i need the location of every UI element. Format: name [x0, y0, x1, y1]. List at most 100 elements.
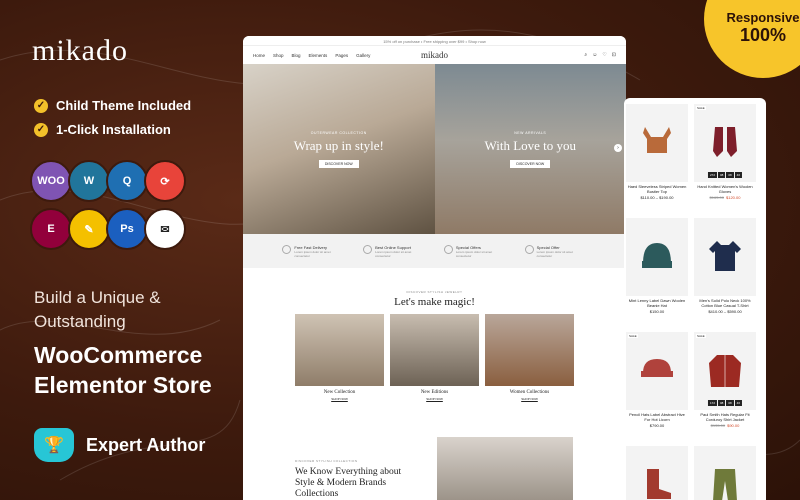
- feature-label: Child Theme Included: [56, 98, 192, 113]
- trophy-icon: 🏆: [34, 428, 74, 462]
- product-price: $410.00 – $590.00: [694, 309, 756, 314]
- hero-kicker: NEW ARRIVALS: [514, 130, 547, 135]
- product-name[interactable]: Hand Knitted Women's Woolen Gloves: [694, 184, 756, 194]
- old-price: $135.00: [710, 423, 726, 428]
- service-item: Special Offers Lorem ipsum dolor sit amet…: [443, 244, 506, 258]
- chevron-right-icon[interactable]: ›: [614, 144, 622, 152]
- jacket-icon: [709, 355, 741, 387]
- photoshop-icon: Ps: [106, 208, 148, 250]
- user-icon[interactable]: ☺: [592, 52, 597, 58]
- nav-gallery[interactable]: Gallery: [356, 53, 370, 58]
- countdown-digit: 46: [734, 400, 743, 406]
- hero-kicker: OUTERWEAR COLLECTION: [310, 130, 367, 135]
- heart-icon[interactable]: ♡: [602, 52, 606, 58]
- sale-badge: SALE: [696, 106, 706, 110]
- service-desc: Lorem ipsum dolor sit amet consectetur: [294, 249, 331, 258]
- headline-big-line: WooCommerce: [34, 342, 203, 368]
- current-price: $790.00: [649, 423, 665, 428]
- badge-line1: Responsive: [726, 10, 800, 25]
- service-icon: [443, 244, 453, 254]
- collection-button[interactable]: SHOP NOW: [485, 397, 574, 401]
- expert-author: 🏆 Expert Author: [34, 428, 205, 462]
- product-price: $110.00 – $190.00: [626, 195, 688, 200]
- product-name[interactable]: Men's Solid Polo Neck 100% Cotton Blue C…: [694, 298, 756, 308]
- collection-card[interactable]: New Collection SHOP NOW: [295, 314, 384, 401]
- countdown-digit: 46: [734, 172, 743, 178]
- product-price: $790.00: [626, 423, 688, 428]
- countdown-digit: 08: [717, 172, 726, 178]
- hat-icon: [642, 243, 672, 268]
- hero-button[interactable]: DISCOVER NOW: [510, 159, 551, 168]
- collection-button[interactable]: SHOP NOW: [390, 397, 479, 401]
- collection-label: New Editions: [420, 390, 449, 395]
- product-name[interactable]: Haed Sleeveless Striped Women Bustier To…: [626, 184, 688, 194]
- product-image: SALE: [626, 332, 688, 410]
- header-tools: ⌕ ☺ ♡ ⊡: [584, 52, 616, 58]
- collection-card[interactable]: Women Collections SHOP NOW: [485, 314, 574, 401]
- product-image: [694, 218, 756, 296]
- check-icon: ✓: [34, 98, 48, 113]
- woocommerce-icon: WOO: [30, 160, 72, 202]
- countdown: 172 08 08 46: [707, 400, 743, 406]
- sync-icon: ⟳: [144, 160, 186, 202]
- q-icon: Q: [106, 160, 148, 202]
- section-title: We Know Everything about Style & Modern …: [295, 467, 402, 499]
- product-name[interactable]: Paul Smith Hats Regular Fit Corduroy Shi…: [694, 412, 756, 422]
- headline-small-line: Build a Unique &: [34, 288, 161, 307]
- service-desc: Lorem ipsum dolor sit amet consectetur: [375, 249, 412, 258]
- service-item: Special Offer Lorem ipsum dolor sit amet …: [524, 244, 587, 258]
- product-card[interactable]: [626, 446, 688, 500]
- current-price: $90.00: [727, 423, 740, 428]
- announcement-bar: 15% off on purchase • Free shipping over…: [243, 36, 626, 46]
- collection-button[interactable]: SHOP NOW: [295, 397, 384, 401]
- product-price: $150.00: [626, 309, 688, 314]
- responsive-badge: Responsive 100%: [704, 0, 800, 78]
- main-nav: Home Shop Blog Elements Pages Gallery mi…: [243, 46, 626, 64]
- product-image: [626, 104, 688, 182]
- countdown-digit: 172: [707, 400, 717, 406]
- product-image: [694, 446, 756, 500]
- product-card[interactable]: Haed Sleeveless Striped Women Bustier To…: [626, 104, 688, 200]
- product-card[interactable]: SALE 172 08 08 46 Paul Smith Hats Regular Fit…: [694, 332, 756, 428]
- product-image: [626, 218, 688, 296]
- hero-panel: NEW ARRIVALS With Love to you DISCOVER N…: [434, 64, 626, 234]
- nav-blog[interactable]: Blog: [292, 53, 301, 58]
- service-desc: Lorem ipsum dolor sit amet consectetur: [536, 249, 573, 258]
- collection-card[interactable]: New Editions SHOP NOW: [390, 314, 479, 401]
- product-image: [626, 446, 688, 500]
- brand-logo: mikado: [32, 34, 128, 67]
- product-card[interactable]: [694, 446, 756, 500]
- product-name[interactable]: Mint Lenny Label Dawn Woolen Beanie Hat: [626, 298, 688, 308]
- collections: New Collection SHOP NOW New Editions SHO…: [243, 314, 626, 401]
- product-grid-mockup: Haed Sleeveless Striped Women Bustier To…: [624, 98, 766, 500]
- hero-button[interactable]: DISCOVER NOW: [318, 159, 359, 168]
- cart-icon[interactable]: ⊡: [612, 52, 616, 58]
- nav-elements[interactable]: Elements: [309, 53, 328, 58]
- pants-icon: [713, 469, 737, 500]
- product-card[interactable]: SALE 272 08 08 46 Hand Knitted Women's Woolen…: [694, 104, 756, 200]
- section-kicker: DISCOVER STYLISH JEWELRY: [406, 290, 463, 294]
- countdown: 272 08 08 46: [707, 172, 743, 178]
- hero-slider: ‹ OUTERWEAR COLLECTION Wrap up in style!…: [243, 64, 626, 234]
- product-image: SALE 172 08 08 46: [694, 332, 756, 410]
- product-card[interactable]: Men's Solid Polo Neck 100% Cotton Blue C…: [694, 218, 756, 314]
- site-logo[interactable]: mikado: [421, 50, 448, 60]
- hero-title: Wrap up in style!: [293, 137, 384, 153]
- product-card[interactable]: Mint Lenny Label Dawn Woolen Beanie Hat $…: [626, 218, 688, 314]
- section-title: Let's make magic!: [394, 296, 475, 308]
- nav-home[interactable]: Home: [253, 53, 265, 58]
- shirt-icon: [709, 241, 741, 271]
- service-icon: [363, 244, 373, 254]
- edit-icon: ✎: [68, 208, 110, 250]
- check-icon: ✓: [34, 122, 48, 137]
- nav-pages[interactable]: Pages: [335, 53, 348, 58]
- glove-icon: [713, 127, 737, 157]
- product-card[interactable]: SALE Pencil Hats Label Abstract Hive For …: [626, 332, 688, 428]
- headline-big: WooCommerce Elementor Store: [34, 340, 212, 400]
- product-name[interactable]: Pencil Hats Label Abstract Hive For Hot …: [626, 412, 688, 422]
- service-item: Free Fast Delivery Lorem ipsum dolor sit …: [282, 244, 344, 258]
- search-icon[interactable]: ⌕: [584, 52, 587, 58]
- nav-shop[interactable]: Shop: [273, 53, 284, 58]
- boot-icon: [647, 469, 671, 499]
- feature-label: 1-Click Installation: [56, 122, 171, 137]
